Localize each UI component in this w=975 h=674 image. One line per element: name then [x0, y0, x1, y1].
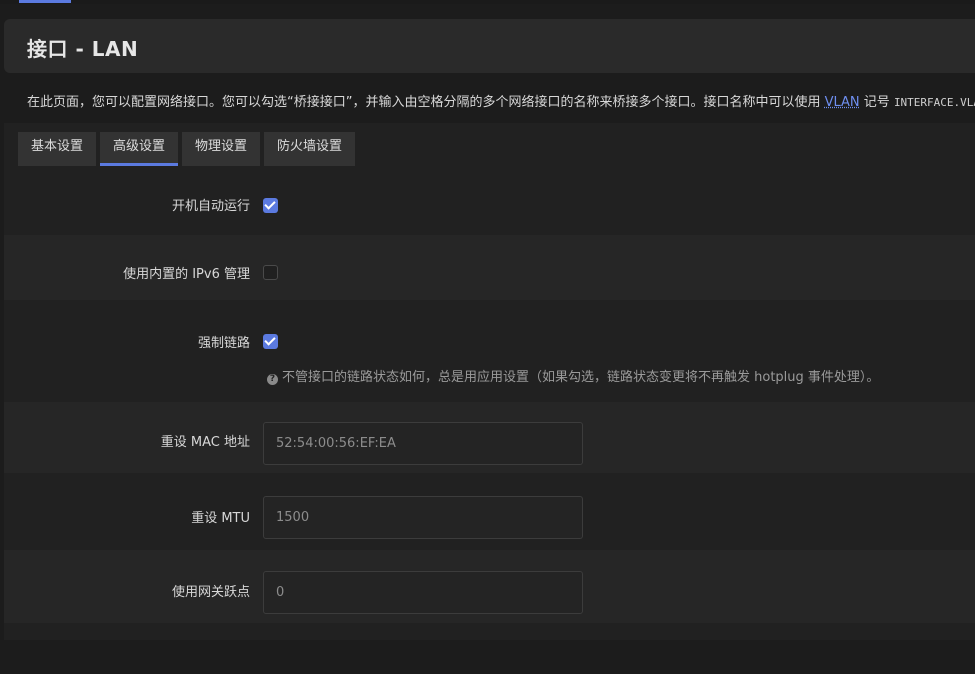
force-link-checkbox[interactable]: [263, 334, 278, 349]
page-description: 在此页面，您可以配置网络接口。您可以勾选“桥接接口”，并输入由空格分隔的多个网络…: [27, 91, 975, 110]
auto-start-checkbox[interactable]: [263, 198, 278, 213]
force-link-row: 强制链路 ? 不管接口的链路状态如何，总是用应用设置（如果勾选，链路状态变更将不再…: [4, 300, 975, 402]
top-bar: [0, 0, 975, 4]
force-link-label: 强制链路: [197, 336, 250, 351]
title-bar: 接口 - LAN: [4, 19, 975, 73]
mtu-input[interactable]: [263, 496, 583, 539]
mtu-label: 重设 MTU: [191, 511, 250, 526]
tab-advanced-settings[interactable]: 高级设置: [100, 132, 179, 166]
tab-bar: 基本设置 高级设置 物理设置 防火墙设置: [18, 132, 356, 166]
settings-panel: 基本设置 高级设置 物理设置 防火墙设置 开机自动运行 使用内置的 IPv6 管…: [4, 123, 975, 640]
description-text: 在此页面，您可以配置网络接口。您可以勾选“桥接接口”，并输入由空格分隔的多个网络…: [27, 95, 825, 110]
auto-start-row: 开机自动运行: [4, 166, 975, 235]
help-icon: ?: [267, 374, 278, 385]
mtu-row: 重设 MTU: [4, 473, 975, 550]
force-link-hint-text: 不管接口的链路状态如何，总是用应用设置（如果勾选，链路状态变更将不再触发 hot…: [282, 370, 880, 385]
tab-physical-settings[interactable]: 物理设置: [182, 132, 261, 166]
metric-row: 使用网关跃点: [4, 550, 975, 623]
vlan-link[interactable]: VLAN: [825, 95, 860, 110]
mac-row: 重设 MAC 地址: [4, 402, 975, 473]
page-title: 接口 - LAN: [27, 37, 139, 61]
description-code: INTERFACE.VLANNR: [893, 96, 975, 109]
description-mid: 记号: [859, 95, 894, 110]
mac-input[interactable]: [263, 422, 583, 465]
metric-input[interactable]: [263, 571, 583, 614]
ipv6-mgmt-row: 使用内置的 IPv6 管理: [4, 235, 975, 300]
active-menu-indicator: [19, 0, 71, 3]
auto-start-label: 开机自动运行: [171, 199, 250, 214]
ipv6-mgmt-label: 使用内置的 IPv6 管理: [123, 267, 250, 282]
metric-label: 使用网关跃点: [171, 585, 250, 600]
ipv6-mgmt-checkbox[interactable]: [263, 265, 278, 280]
tab-basic-settings[interactable]: 基本设置: [18, 132, 97, 166]
mac-label: 重设 MAC 地址: [160, 435, 250, 450]
tab-firewall-settings[interactable]: 防火墙设置: [264, 132, 356, 166]
force-link-hint: ? 不管接口的链路状态如何，总是用应用设置（如果勾选，链路状态变更将不再触发 ho…: [267, 366, 879, 385]
